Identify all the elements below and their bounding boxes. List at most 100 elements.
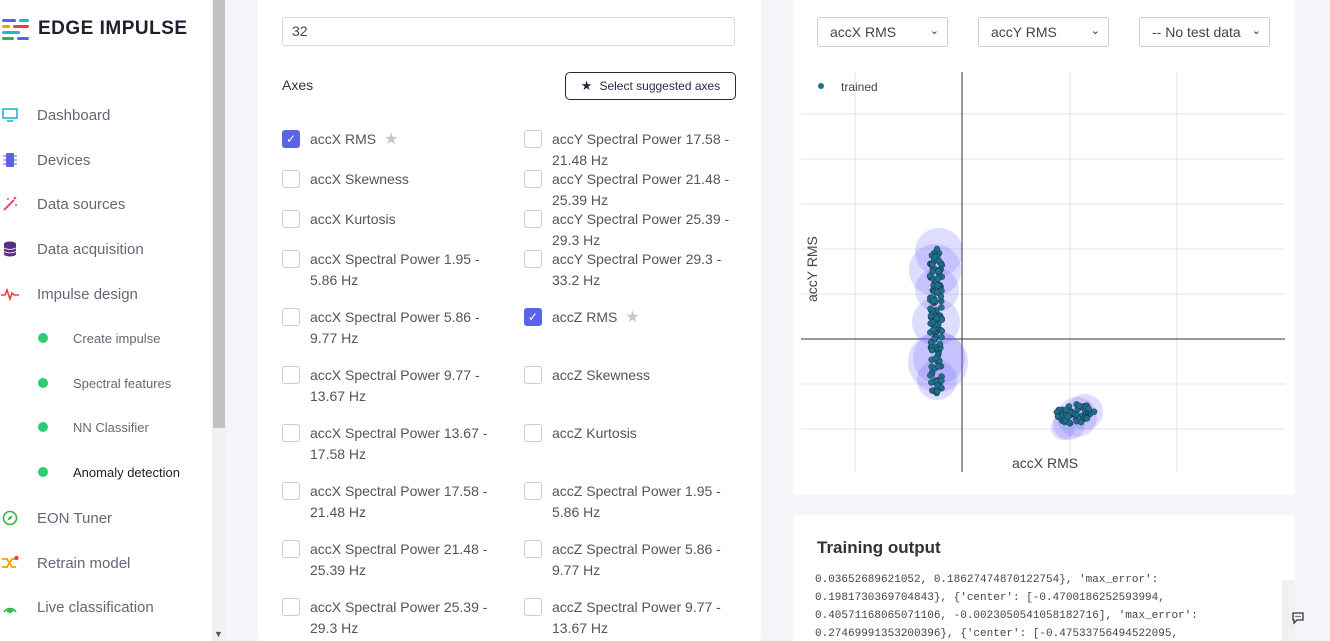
axis-label: accX Kurtosis (310, 211, 396, 227)
trained-point (1077, 418, 1085, 426)
trained-point (934, 388, 941, 395)
axis-checkbox[interactable] (524, 130, 542, 148)
trained-point (930, 326, 937, 333)
sidebar-subitem-label: Spectral features (73, 375, 172, 391)
sidebar-item-retrain-model[interactable]: Retrain model (0, 551, 130, 575)
select-suggested-axes-button[interactable]: ★ Select suggested axes (565, 72, 736, 100)
trained-point (1083, 415, 1091, 422)
sidebar: EDGE IMPULSE Dashboard Devices Data sour… (0, 0, 212, 641)
axis-option[interactable]: accY Spectral Power 17.58 - 21.48 Hz (524, 129, 732, 171)
axis-option[interactable]: accX Spectral Power 17.58 - 21.48 Hz (282, 481, 490, 523)
axis-checkbox-checked[interactable]: ✓ (282, 130, 300, 148)
axis-checkbox[interactable] (282, 366, 300, 384)
trained-point (927, 305, 934, 312)
axis-label: accX Spectral Power 1.95 - 5.86 Hz (310, 251, 480, 288)
trained-point (1064, 413, 1071, 420)
sidebar-subitem-label: Anomaly detection (73, 464, 180, 480)
sidebar-subitem-create-impulse[interactable]: Create impulse (38, 327, 160, 349)
training-output-panel: Training output 0.03652689621052, 0.1862… (793, 515, 1295, 641)
sidebar-scrollbar[interactable]: ▼ (212, 0, 226, 641)
axis-checkbox[interactable] (282, 250, 300, 268)
wand-icon (0, 194, 20, 214)
sidebar-item-label: Data acquisition (37, 240, 144, 258)
trained-point (936, 340, 944, 348)
y-axis-select[interactable]: accY RMS ⌄ (978, 17, 1109, 47)
sidebar-item-eon-tuner[interactable]: EON Tuner (0, 506, 112, 530)
trained-point (927, 372, 934, 379)
axis-checkbox[interactable] (282, 424, 300, 442)
axis-label: accZ Spectral Power 1.95 - 5.86 Hz (552, 483, 721, 520)
favorite-star-icon[interactable]: ★ (384, 129, 398, 149)
axis-checkbox[interactable] (282, 598, 300, 616)
favorite-star-icon[interactable]: ★ (625, 307, 639, 327)
axis-checkbox[interactable] (524, 598, 542, 616)
axis-checkbox[interactable] (282, 210, 300, 228)
axis-checkbox[interactable] (524, 540, 542, 558)
axis-option[interactable]: accZ Spectral Power 5.86 - 9.77 Hz (524, 539, 732, 581)
plot-gridlines (801, 72, 1285, 472)
chevron-down-icon: ⌄ (929, 25, 939, 37)
axis-option[interactable]: accY Spectral Power 29.3 - 33.2 Hz (524, 249, 732, 291)
sidebar-subitem-anomaly-detection[interactable]: Anomaly detection (38, 461, 180, 483)
sidebar-item-data-sources[interactable]: Data sources (0, 192, 125, 216)
axis-checkbox[interactable] (282, 540, 300, 558)
sidebar-item-devices[interactable]: Devices (0, 148, 90, 172)
edge-impulse-logo-icon (2, 19, 29, 40)
sidebar-item-live-classification[interactable]: Live classification (0, 595, 154, 619)
axis-label: accY Spectral Power 25.39 - 29.3 Hz (552, 211, 730, 248)
axis-label: accX Spectral Power 9.77 - 13.67 Hz (310, 367, 480, 404)
axis-option[interactable]: accY Spectral Power 21.48 - 25.39 Hz (524, 169, 732, 211)
trained-point (928, 347, 936, 354)
status-dot-icon (38, 422, 48, 432)
sidebar-item-data-acquisition[interactable]: Data acquisition (0, 237, 144, 261)
cluster-count-input[interactable]: 32 (282, 17, 735, 46)
training-log: 0.03652689621052, 0.18627474870122754}, … (815, 574, 1198, 640)
test-data-select[interactable]: -- No test data ⌄ (1139, 17, 1270, 47)
x-axis-select[interactable]: accX RMS ⌄ (817, 17, 948, 47)
axis-option[interactable]: accX Spectral Power 1.95 - 5.86 Hz (282, 249, 490, 291)
brand-logo[interactable]: EDGE IMPULSE (2, 18, 188, 40)
axis-option[interactable]: accX Spectral Power 5.86 - 9.77 Hz (282, 307, 490, 349)
sidebar-item-label: Live classification (37, 598, 154, 616)
sidebar-subitem-label: NN Classifier (73, 419, 149, 435)
axis-option[interactable]: accX Spectral Power 9.77 - 13.67 Hz (282, 365, 490, 407)
axis-option[interactable]: accX Spectral Power 13.67 - 17.58 Hz (282, 423, 490, 465)
sidebar-subitem-spectral-features[interactable]: Spectral features (38, 372, 171, 394)
sidebar-item-dashboard[interactable]: Dashboard (0, 103, 110, 127)
axis-option[interactable]: accZ Skewness (524, 365, 732, 386)
axis-option[interactable]: accX Spectral Power 21.48 - 25.39 Hz (282, 539, 490, 581)
axis-checkbox[interactable] (524, 170, 542, 188)
trained-point (938, 377, 945, 384)
axis-checkbox[interactable] (282, 170, 300, 188)
axis-option[interactable]: accX Kurtosis (282, 209, 490, 230)
axis-checkbox[interactable] (282, 308, 300, 326)
axis-label: accX Spectral Power 17.58 - 21.48 Hz (310, 483, 488, 520)
sidebar-item-label: EON Tuner (37, 509, 113, 527)
sidebar-item-label: Dashboard (37, 106, 111, 124)
axis-option[interactable]: accZ Kurtosis (524, 423, 732, 444)
axis-option[interactable]: accX Spectral Power 25.39 - 29.3 Hz (282, 597, 490, 639)
trained-point (1063, 406, 1070, 413)
scrollbar-thumb[interactable] (213, 0, 225, 428)
brand-name: EDGE IMPULSE (38, 18, 188, 39)
trained-point (1054, 413, 1062, 420)
axis-checkbox-checked[interactable]: ✓ (524, 308, 542, 326)
axis-checkbox[interactable] (524, 424, 542, 442)
axis-checkbox[interactable] (524, 210, 542, 228)
axis-option[interactable]: accY Spectral Power 25.39 - 29.3 Hz (524, 209, 732, 251)
axis-checkbox[interactable] (282, 482, 300, 500)
chat-icon[interactable] (1291, 611, 1305, 628)
axis-label: accX Skewness (310, 171, 409, 187)
axis-option[interactable]: accX Skewness (282, 169, 490, 190)
axis-option[interactable]: accZ Spectral Power 9.77 - 13.67 Hz (524, 597, 732, 639)
axis-option[interactable]: ✓ accZ RMS ★ (524, 307, 640, 328)
axis-option[interactable]: accZ Spectral Power 1.95 - 5.86 Hz (524, 481, 732, 523)
sidebar-subitem-nn-classifier[interactable]: NN Classifier (38, 416, 149, 438)
axis-checkbox[interactable] (524, 482, 542, 500)
sidebar-item-impulse-design[interactable]: Impulse design (0, 282, 138, 306)
axis-checkbox[interactable] (524, 250, 542, 268)
axis-label: accZ Kurtosis (552, 425, 637, 441)
scroll-down-arrow-icon[interactable]: ▼ (214, 629, 223, 639)
axis-checkbox[interactable] (524, 366, 542, 384)
axis-option[interactable]: ✓ accX RMS ★ (282, 129, 398, 150)
